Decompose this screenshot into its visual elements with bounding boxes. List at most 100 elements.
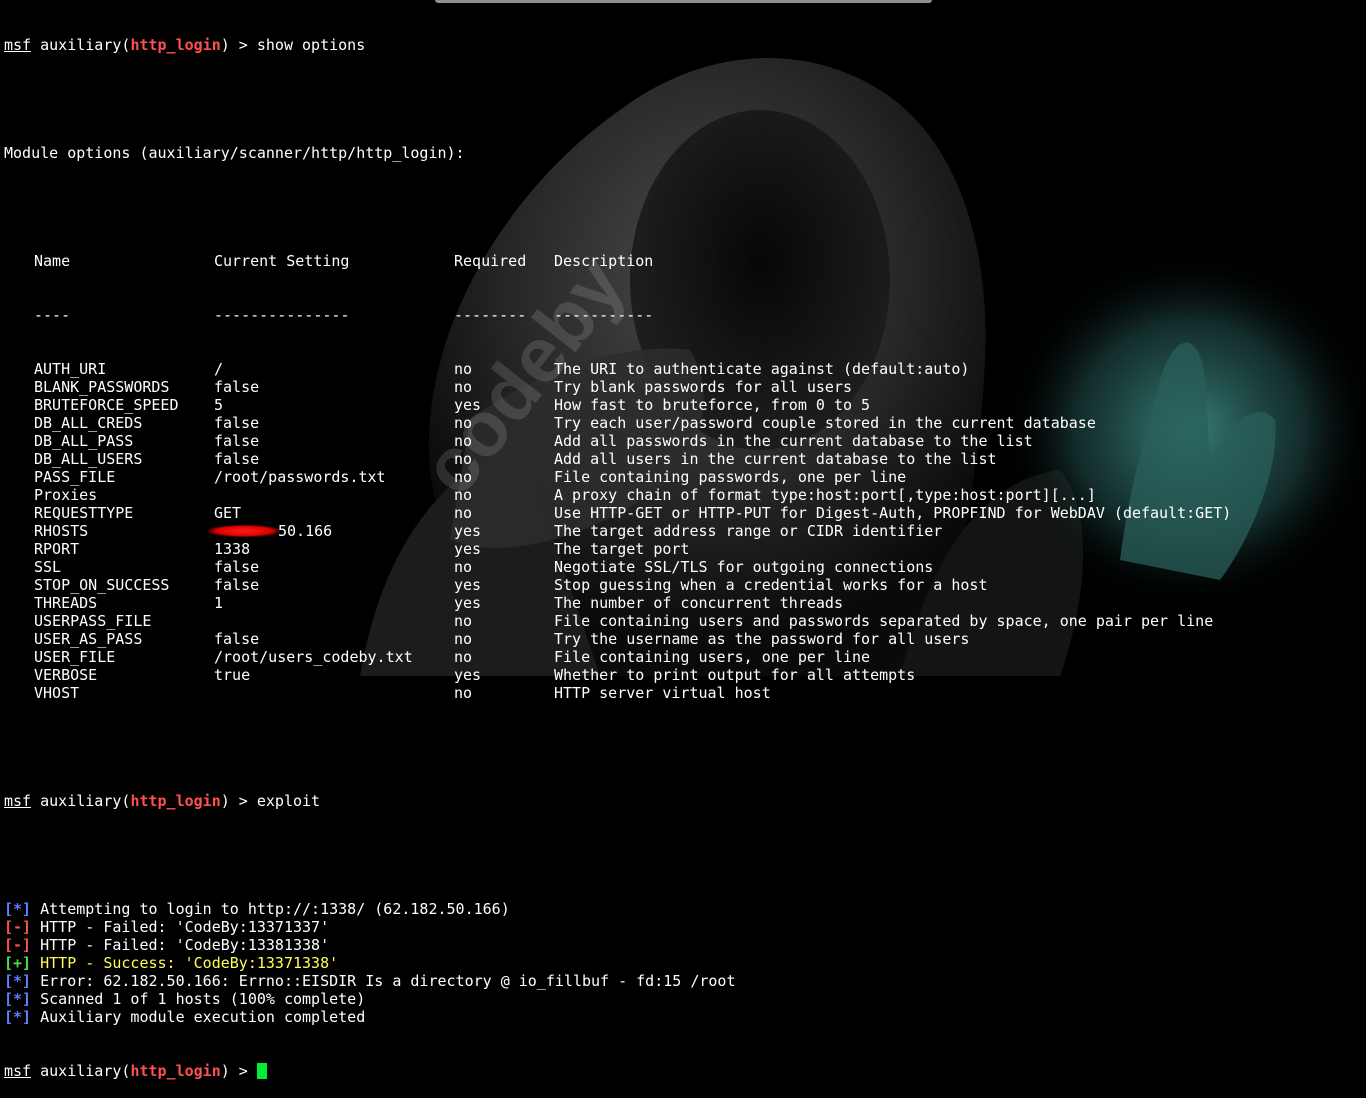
header-current-setting: Current Setting: [214, 252, 350, 270]
output-text: HTTP - Failed: 'CodeBy:13381338': [31, 936, 330, 954]
option-setting: GET: [214, 504, 242, 522]
option-name: VERBOSE: [34, 666, 98, 684]
exploit-output: [*] Attempting to login to http://:1338/…: [4, 900, 1231, 1026]
option-setting: 50.166: [208, 522, 454, 540]
option-required: no: [454, 450, 473, 468]
option-name: DB_ALL_PASS: [34, 432, 134, 450]
prompt-suffix: ) >: [220, 792, 257, 810]
output-text: Scanned 1 of 1 hosts (100% complete): [31, 990, 366, 1008]
table-row: USER_AS_PASS false no Try the username as t…: [4, 630, 1231, 648]
option-name: BLANK_PASSWORDS: [34, 378, 170, 396]
option-description: Try the username as the password for all…: [554, 630, 970, 648]
output-line: [-] HTTP - Failed: 'CodeBy:13371337': [4, 918, 1231, 936]
option-required: yes: [454, 576, 482, 594]
output-text: HTTP - Failed: 'CodeBy:13371337': [31, 918, 330, 936]
option-setting: false: [214, 576, 260, 594]
output-line: [*] Auxiliary module execution completed: [4, 1008, 1231, 1026]
table-header: Name Current Setting Required Description: [4, 252, 1231, 270]
option-required: yes: [454, 522, 482, 540]
option-name: STOP_ON_SUCCESS: [34, 576, 170, 594]
status-tag-info: [*]: [4, 972, 32, 990]
output-line: [*] Attempting to login to http://:1338/…: [4, 900, 1231, 918]
output-text: Error: 62.182.50.166: Errno::EISDIR Is a…: [31, 972, 736, 990]
table-row: BLANK_PASSWORDS false no Try blank password…: [4, 378, 1231, 396]
option-setting: false: [214, 630, 260, 648]
option-setting: /root/users_codeby.txt: [214, 648, 413, 666]
option-required: yes: [454, 396, 482, 414]
option-name: USER_AS_PASS: [34, 630, 143, 648]
option-setting: /: [214, 360, 224, 378]
option-name: BRUTEFORCE_SPEED: [34, 396, 179, 414]
option-description: Try blank passwords for all users: [554, 378, 853, 396]
prompt-suffix: ) >: [220, 1062, 257, 1080]
option-description: Stop guessing when a credential works fo…: [554, 576, 988, 594]
option-setting: 1338: [214, 540, 251, 558]
option-required: no: [454, 432, 473, 450]
header-required: Required: [454, 252, 527, 270]
table-row: DB_ALL_CREDS false no Try each user/passwor…: [4, 414, 1231, 432]
underline-required: --------: [454, 306, 527, 324]
terminal-cursor[interactable]: [256, 1063, 267, 1079]
prompt-line: msf auxiliary(http_login) > show options: [4, 36, 1231, 54]
option-name: REQUESTTYPE: [34, 504, 134, 522]
options-table-body: AUTH_URI / no The URI to authenticate again…: [4, 360, 1231, 702]
prompt-msf: msf: [4, 792, 32, 810]
table-row: VERBOSE true yes Whether to print output fo…: [4, 666, 1231, 684]
option-setting: 5: [214, 396, 224, 414]
table-row: AUTH_URI / no The URI to authenticate again…: [4, 360, 1231, 378]
table-row: BRUTEFORCE_SPEED 5 yes How fast to brutefor…: [4, 396, 1231, 414]
option-setting-visible: 50.166: [278, 522, 333, 540]
table-row: VHOST no HTTP server virtual host: [4, 684, 1231, 702]
output-line: [*] Error: 62.182.50.166: Errno::EISDIR …: [4, 972, 1231, 990]
output-line: [+] HTTP - Success: 'CodeBy:13371338': [4, 954, 1231, 972]
prompt-suffix: ) >: [220, 36, 257, 54]
option-required: no: [454, 378, 473, 396]
option-required: no: [454, 684, 473, 702]
option-name: RPORT: [34, 540, 80, 558]
option-description: Add all users in the current database to…: [554, 450, 997, 468]
output-line: [-] HTTP - Failed: 'CodeBy:13381338': [4, 936, 1231, 954]
header-description: Description: [554, 252, 654, 270]
option-setting: false: [214, 558, 260, 576]
option-name: DB_ALL_USERS: [34, 450, 143, 468]
prompt-module-prefix: auxiliary(: [40, 1062, 131, 1080]
option-name: Proxies: [34, 486, 98, 504]
terminal-output[interactable]: msf auxiliary(http_login) > show options…: [4, 0, 1231, 1098]
option-description: HTTP server virtual host: [554, 684, 771, 702]
module-options-title: Module options (auxiliary/scanner/http/h…: [4, 144, 465, 162]
table-row: DB_ALL_USERS false no Add all users in the …: [4, 450, 1231, 468]
option-setting: false: [214, 450, 260, 468]
option-setting: true: [214, 666, 251, 684]
status-tag-fail: [-]: [4, 936, 32, 954]
option-name: RHOSTS: [34, 522, 89, 540]
underline-setting: ---------------: [214, 306, 350, 324]
prompt-msf: msf: [4, 36, 32, 54]
option-name: AUTH_URI: [34, 360, 107, 378]
option-setting: false: [214, 414, 260, 432]
option-required: no: [454, 486, 473, 504]
option-required: no: [454, 630, 473, 648]
table-row: RPORT 1338 yes The target port: [4, 540, 1231, 558]
table-row: THREADS 1 yes The number of concurrent thre…: [4, 594, 1231, 612]
status-tag-info: [*]: [4, 900, 32, 918]
option-required: no: [454, 504, 473, 522]
table-row: USER_FILE/root/users_codeby.txt no File co…: [4, 648, 1231, 666]
command-exploit: exploit: [256, 792, 321, 810]
option-required: no: [454, 468, 473, 486]
option-description: The URI to authenticate against (default…: [554, 360, 970, 378]
output-text: HTTP - Success: 'CodeBy:13371338': [31, 954, 339, 972]
prompt-module-name: http_login: [130, 792, 221, 810]
option-setting: false: [214, 432, 260, 450]
option-description: The target address range or CIDR identif…: [554, 522, 943, 540]
output-line: [*] Scanned 1 of 1 hosts (100% complete): [4, 990, 1231, 1008]
table-row: RHOSTS 50.166 yes The target address range …: [4, 522, 1231, 540]
prompt-line-current[interactable]: msf auxiliary(http_login) >: [4, 1062, 1231, 1080]
option-description: Use HTTP-GET or HTTP-PUT for Digest-Auth…: [554, 504, 1232, 522]
status-tag-info: [*]: [4, 990, 32, 1008]
prompt-module-name: http_login: [130, 1062, 221, 1080]
option-setting: 1: [214, 594, 224, 612]
option-description: File containing users, one per line: [554, 648, 871, 666]
option-description: File containing passwords, one per line: [554, 468, 907, 486]
option-required: no: [454, 360, 473, 378]
option-name: SSL: [34, 558, 62, 576]
